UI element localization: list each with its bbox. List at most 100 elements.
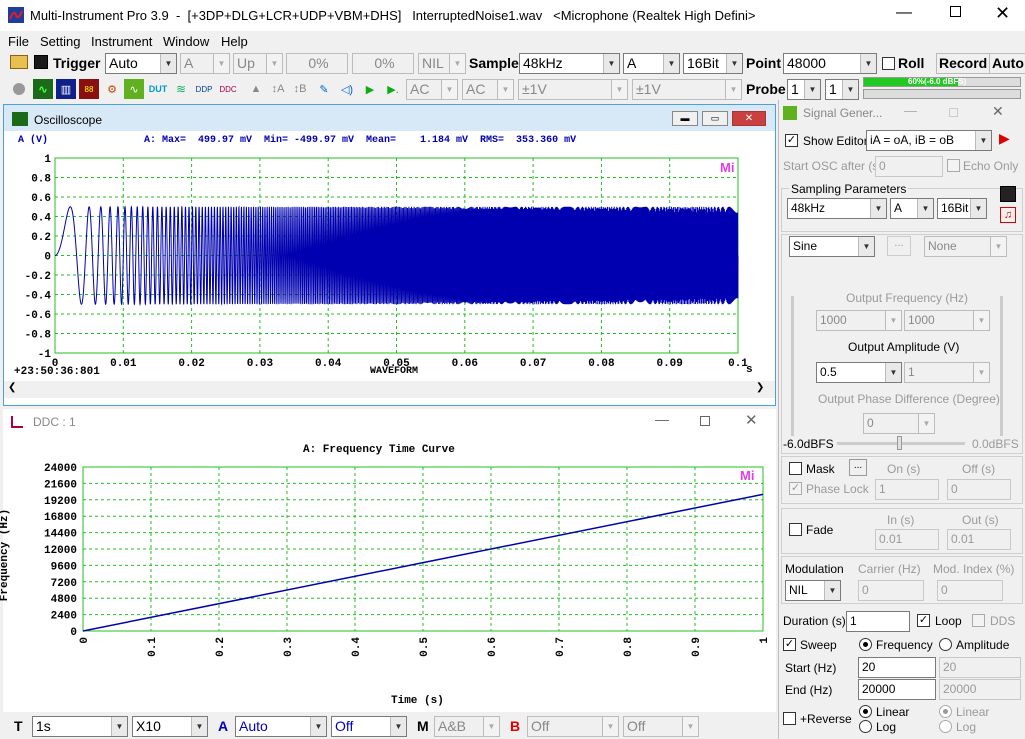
- roll-checkbox[interactable]: [882, 57, 895, 70]
- sweep-frequency-radio[interactable]: [859, 638, 872, 651]
- siggen-maximize-button[interactable]: [949, 108, 958, 117]
- menu-instrument[interactable]: Instrument: [91, 34, 152, 49]
- waveform-options-button[interactable]: ...: [887, 236, 911, 256]
- trigger-channel-select[interactable]: A ▼: [180, 53, 230, 74]
- start-hz-field-b[interactable]: 20: [939, 657, 1021, 678]
- dds-checkbox[interactable]: [972, 614, 985, 627]
- trigger-position-field[interactable]: 0%: [352, 53, 414, 74]
- carrier-field[interactable]: 0: [858, 580, 924, 601]
- range-a-select[interactable]: ±1V ▼: [518, 79, 628, 100]
- mixer-icon[interactable]: ⚙: [102, 79, 122, 99]
- fade-out-field[interactable]: 0.01: [947, 529, 1011, 550]
- a-offset-select[interactable]: Off ▼: [331, 716, 407, 737]
- spectrum-analyzer-icon[interactable]: ▥: [56, 79, 76, 99]
- b-scale-select[interactable]: Off ▼: [527, 716, 619, 737]
- echo-only-checkbox[interactable]: [947, 159, 960, 172]
- log-radio-b[interactable]: [939, 720, 952, 733]
- mask-checkbox[interactable]: [789, 462, 802, 475]
- end-hz-field[interactable]: 20000: [858, 679, 936, 700]
- duration-field[interactable]: 1: [846, 611, 910, 632]
- reverse-checkbox[interactable]: [783, 712, 796, 725]
- scroll-left-icon[interactable]: ❮: [8, 382, 16, 393]
- osc-minimize-button[interactable]: ▬: [672, 111, 698, 126]
- waveform-select[interactable]: Sine ▼: [789, 236, 875, 257]
- ddc-minimize-button[interactable]: —: [655, 411, 669, 427]
- save-icon[interactable]: [1000, 186, 1016, 202]
- stop-icon[interactable]: [9, 79, 29, 99]
- editor-expr-select[interactable]: iA = oA, iB = oB ▼: [866, 130, 992, 151]
- mask-off-field[interactable]: 0: [947, 479, 1011, 500]
- fade-in-field[interactable]: 0.01: [875, 529, 939, 550]
- coupling-b-select[interactable]: AC ▼: [462, 79, 514, 100]
- close-button[interactable]: ✕: [995, 3, 1010, 24]
- siggen-channel-select[interactable]: A ▼: [890, 198, 934, 219]
- probe-b-icon[interactable]: ↕B: [290, 79, 310, 99]
- ddp-icon[interactable]: DDP: [194, 79, 214, 99]
- zoom-select[interactable]: X10 ▼: [132, 716, 208, 737]
- maximize-button[interactable]: [950, 6, 961, 17]
- siggen-minimize-button[interactable]: —: [904, 103, 917, 118]
- output-frequency-2[interactable]: 1000 ▼: [904, 310, 990, 331]
- lock-icon[interactable]: ▲: [246, 79, 266, 99]
- osc-close-button[interactable]: ✕: [732, 111, 766, 126]
- sweep-amplitude-radio[interactable]: [939, 638, 952, 651]
- music-note-icon[interactable]: ♫: [1000, 207, 1016, 223]
- ddc-maximize-button[interactable]: [700, 416, 710, 426]
- bits-select[interactable]: 16Bit ▼: [683, 53, 743, 74]
- siggen-rate-select[interactable]: 48kHz ▼: [787, 198, 887, 219]
- linear-radio[interactable]: [859, 705, 872, 718]
- menu-window[interactable]: Window: [163, 34, 209, 49]
- probe-b-select[interactable]: 1 ▼: [825, 79, 859, 100]
- mask-on-field[interactable]: 1: [875, 479, 939, 500]
- waveform2-select[interactable]: None ▼: [924, 236, 1007, 257]
- probe-a-select[interactable]: 1 ▼: [787, 79, 821, 100]
- speaker-icon[interactable]: ◁): [337, 79, 357, 99]
- minimize-button[interactable]: —: [896, 4, 912, 22]
- coupling-a-select[interactable]: AC ▼: [406, 79, 458, 100]
- output-amplitude-1[interactable]: 0.5 ▼: [816, 362, 902, 383]
- siggen-close-button[interactable]: ✕: [992, 103, 1004, 120]
- b-offset-select[interactable]: Off ▼: [623, 716, 699, 737]
- oscilloscope-icon[interactable]: ∿: [33, 79, 53, 99]
- ddc-close-button[interactable]: ✕: [745, 411, 758, 429]
- start-osc-field[interactable]: 0: [875, 156, 943, 177]
- open-folder-icon[interactable]: [10, 55, 28, 69]
- linear-radio-b[interactable]: [939, 705, 952, 718]
- end-hz-field-b[interactable]: 20000: [939, 679, 1021, 700]
- probe-a-icon[interactable]: ↕A: [268, 79, 288, 99]
- mask-options-button[interactable]: ...: [849, 459, 867, 476]
- signal-generator-icon[interactable]: ∿: [124, 79, 144, 99]
- menu-file[interactable]: File: [8, 34, 29, 49]
- phase-lock-checkbox[interactable]: ✓: [789, 482, 802, 495]
- fade-checkbox[interactable]: [789, 523, 802, 536]
- loop-checkbox[interactable]: ✓: [917, 614, 930, 627]
- a-scale-select[interactable]: Auto ▼: [235, 716, 327, 737]
- time-base-select[interactable]: 1s ▼: [32, 716, 128, 737]
- nil-select[interactable]: NIL ▼: [418, 53, 466, 74]
- mod-index-field[interactable]: 0: [937, 580, 1003, 601]
- output-amplitude-2[interactable]: 1 ▼: [904, 362, 990, 383]
- show-editor-checkbox[interactable]: ✓: [785, 134, 798, 147]
- play-icon[interactable]: ▶: [360, 79, 380, 99]
- points-select[interactable]: 48000 ▼: [783, 53, 877, 74]
- amplitude-slider-b[interactable]: [1000, 296, 1003, 436]
- calibrate-icon[interactable]: ✎: [314, 79, 334, 99]
- amplitude-slider-a[interactable]: [791, 296, 794, 436]
- record-button[interactable]: Record: [936, 53, 991, 74]
- siggen-bits-select[interactable]: 16Bit ▼: [937, 198, 987, 219]
- trigger-mode-select[interactable]: Auto ▼: [105, 53, 177, 74]
- osc-maximize-button[interactable]: ▭: [702, 111, 728, 126]
- scroll-right-icon[interactable]: ❯: [756, 382, 764, 393]
- sample-rate-select[interactable]: 48kHz ▼: [519, 53, 620, 74]
- osc-scrollbar[interactable]: ❮ ❯: [4, 381, 775, 398]
- log-radio[interactable]: [859, 720, 872, 733]
- sweep-checkbox[interactable]: ✓: [783, 638, 796, 651]
- phase-difference-select[interactable]: 0 ▼: [863, 413, 935, 434]
- modulation-select[interactable]: NIL ▼: [785, 580, 841, 601]
- menu-setting[interactable]: Setting: [40, 34, 80, 49]
- ddc-icon[interactable]: DDC: [218, 79, 238, 99]
- dut-icon[interactable]: DUT: [148, 79, 168, 99]
- play-step-icon[interactable]: ▶.: [383, 79, 403, 99]
- math-select[interactable]: A&B ▼: [434, 716, 500, 737]
- trigger-level-field[interactable]: 0%: [286, 53, 348, 74]
